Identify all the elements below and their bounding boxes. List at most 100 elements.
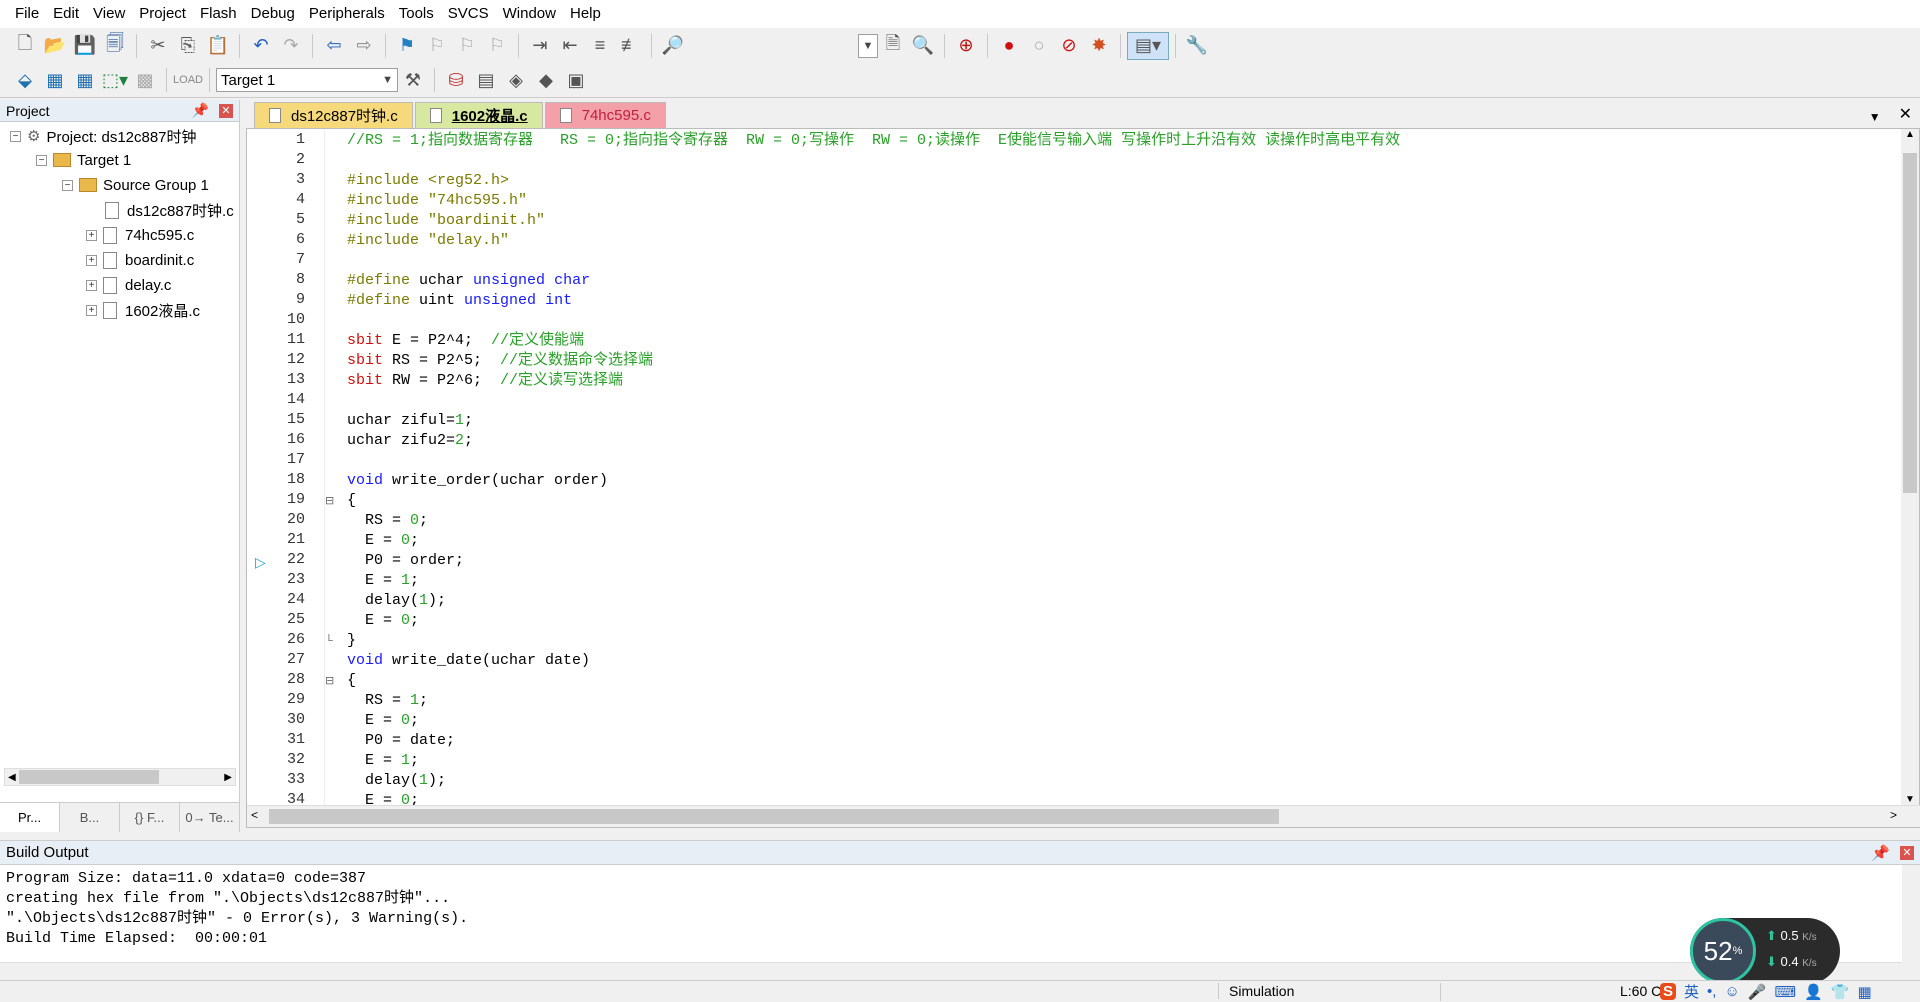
output-hscroll[interactable] [0, 962, 1920, 980]
scroll-thumb[interactable] [1903, 153, 1917, 493]
project-hscroll[interactable]: ◀ ▶ [4, 768, 236, 786]
collapse-icon[interactable]: − [36, 154, 47, 166]
editor-hscroll[interactable]: < > [247, 805, 1920, 827]
target-options-icon[interactable]: ⚒ [398, 66, 428, 94]
toolbox-icon[interactable]: ▦ [1858, 983, 1872, 1001]
find-icon[interactable]: 🗎 [878, 32, 908, 60]
sogou-ime-icon[interactable]: S [1660, 983, 1677, 1000]
output-vscroll[interactable] [1902, 865, 1920, 963]
tree-file[interactable]: + delay.c [86, 273, 171, 297]
close-icon[interactable]: ✕ [219, 103, 233, 118]
menu-file[interactable]: File [8, 0, 46, 28]
comment-icon[interactable]: ≡ [585, 32, 615, 60]
microphone-icon[interactable]: 🎤 [1748, 983, 1767, 1001]
paste-icon[interactable]: 📋 [203, 32, 233, 60]
tree-file[interactable]: ds12c887时钟.c [105, 198, 234, 222]
skin-icon[interactable]: 👕 [1831, 983, 1850, 1001]
expand-icon[interactable]: + [86, 279, 97, 291]
rebuild-icon[interactable]: ▦ [70, 66, 100, 94]
nav-forward-icon[interactable]: ⇨ [349, 32, 379, 60]
tree-file[interactable]: + boardinit.c [86, 248, 194, 272]
open-file-icon[interactable]: 📂 [40, 32, 70, 60]
select-packs-icon[interactable]: ▤ [471, 66, 501, 94]
collapse-icon[interactable]: − [62, 179, 73, 191]
breakpoint-kill-all-icon[interactable]: ✸ [1084, 32, 1114, 60]
unindent-icon[interactable]: ⇤ [555, 32, 585, 60]
indent-icon[interactable]: ⇥ [525, 32, 555, 60]
cut-icon[interactable]: ✂ [143, 32, 173, 60]
pin-icon[interactable]: 📌 [192, 102, 209, 119]
tree-group[interactable]: − Source Group 1 [62, 173, 209, 197]
network-speed-widget[interactable]: 52% ⬆ 0.5 K/s ⬇ 0.4 K/s [1690, 918, 1840, 984]
scroll-right-icon[interactable]: ▶ [221, 772, 235, 783]
menu-tools[interactable]: Tools [392, 0, 441, 28]
close-icon[interactable]: ✕ [1891, 104, 1920, 128]
bookmark-next-icon[interactable]: ⚐ [452, 32, 482, 60]
menu-debug[interactable]: Debug [244, 0, 302, 28]
fold-icon[interactable]: ⊟ [325, 671, 334, 691]
tab-project[interactable]: Pr... [0, 803, 60, 832]
tree-file[interactable]: + 74hc595.c [86, 223, 194, 247]
stop-build-icon[interactable]: ▩ [130, 66, 160, 94]
bookmark-clear-icon[interactable]: ⚐ [482, 32, 512, 60]
menu-svcs[interactable]: SVCS [441, 0, 496, 28]
tab-functions[interactable]: {} F... [120, 803, 180, 832]
scroll-right-icon[interactable]: > [1890, 808, 1897, 822]
window-layout-icon[interactable]: ▤▾ [1127, 31, 1169, 60]
user-icon[interactable]: 👤 [1804, 983, 1823, 1001]
scroll-thumb[interactable] [18, 770, 159, 784]
menu-view[interactable]: View [86, 0, 132, 28]
punctuation-icon[interactable]: •, [1707, 983, 1716, 1000]
bookmark-prev-icon[interactable]: ⚐ [422, 32, 452, 60]
breakpoint-disable-all-icon[interactable]: ⊘ [1054, 32, 1084, 60]
menu-flash[interactable]: Flash [193, 0, 244, 28]
find-in-files-icon[interactable]: 🔎 [658, 32, 688, 60]
keyboard-icon[interactable]: ⌨ [1774, 983, 1796, 1001]
scroll-left-icon[interactable]: < [251, 808, 258, 822]
tab-list-icon[interactable]: ▼ [1859, 110, 1891, 128]
fold-icon[interactable]: ⊟ [325, 491, 334, 511]
ime-lang[interactable]: 英 [1684, 981, 1699, 1002]
scroll-thumb[interactable] [269, 809, 1279, 824]
collapse-icon[interactable]: − [10, 130, 21, 142]
tree-target[interactable]: − Target 1 [36, 148, 131, 172]
menu-window[interactable]: Window [496, 0, 563, 28]
tab-templates[interactable]: 0→ Te... [180, 803, 240, 832]
uncomment-icon[interactable]: ≢ [615, 32, 645, 60]
breakpoint-insert-icon[interactable]: ● [994, 32, 1024, 60]
menu-help[interactable]: Help [563, 0, 608, 28]
save-all-icon[interactable]: 🗐 [100, 32, 130, 60]
close-icon[interactable]: ✕ [1900, 845, 1914, 860]
tab-74hc595[interactable]: 74hc595.c [544, 102, 666, 128]
build-icon[interactable]: ▦ [40, 66, 70, 94]
scroll-left-icon[interactable]: ◀ [5, 772, 19, 783]
undo-icon[interactable]: ↶ [246, 32, 276, 60]
menu-peripherals[interactable]: Peripherals [302, 0, 392, 28]
nav-back-icon[interactable]: ⇦ [319, 32, 349, 60]
tab-1602[interactable]: 1602液晶.c [414, 102, 543, 128]
expand-icon[interactable]: + [86, 304, 97, 316]
emoji-icon[interactable]: ☺ [1724, 983, 1739, 1000]
redo-icon[interactable]: ↷ [276, 32, 306, 60]
configure-icon[interactable]: 🔧 [1182, 32, 1212, 60]
manage-rte-icon[interactable]: ◈ [501, 66, 531, 94]
editor-vscroll[interactable]: ▲ ▼ [1901, 129, 1919, 805]
menu-project[interactable]: Project [132, 0, 193, 28]
tab-books[interactable]: B... [60, 803, 120, 832]
save-icon[interactable]: 💾 [70, 32, 100, 60]
new-file-icon[interactable]: 🗋 [10, 32, 40, 60]
tree-file[interactable]: + 1602液晶.c [86, 298, 200, 322]
code-editor[interactable]: ▷ 1 2 3 4 5 6 7 8 9 10 11 12 13 14 15 16 17 18 19 20 21 22 23 2… [246, 128, 1920, 828]
debug-start-icon[interactable]: ⊕ [951, 32, 981, 60]
multi-project-icon[interactable]: ▣ [561, 66, 591, 94]
tab-ds12c887[interactable]: ds12c887时钟.c [254, 102, 413, 128]
manage-project-items-icon[interactable]: ⛁ [441, 66, 471, 94]
copy-icon[interactable]: ⎘ [173, 32, 203, 60]
scroll-down-icon[interactable]: ▼ [1901, 794, 1919, 805]
download-icon[interactable]: LOAD [173, 66, 203, 94]
target-select[interactable]: Target 1 ▼ [216, 68, 398, 92]
batch-build-icon[interactable]: ⬚▾ [100, 66, 130, 94]
pack-installer-icon[interactable]: ◆ [531, 66, 561, 94]
expand-icon[interactable]: + [86, 254, 97, 266]
expand-icon[interactable]: + [86, 229, 97, 241]
